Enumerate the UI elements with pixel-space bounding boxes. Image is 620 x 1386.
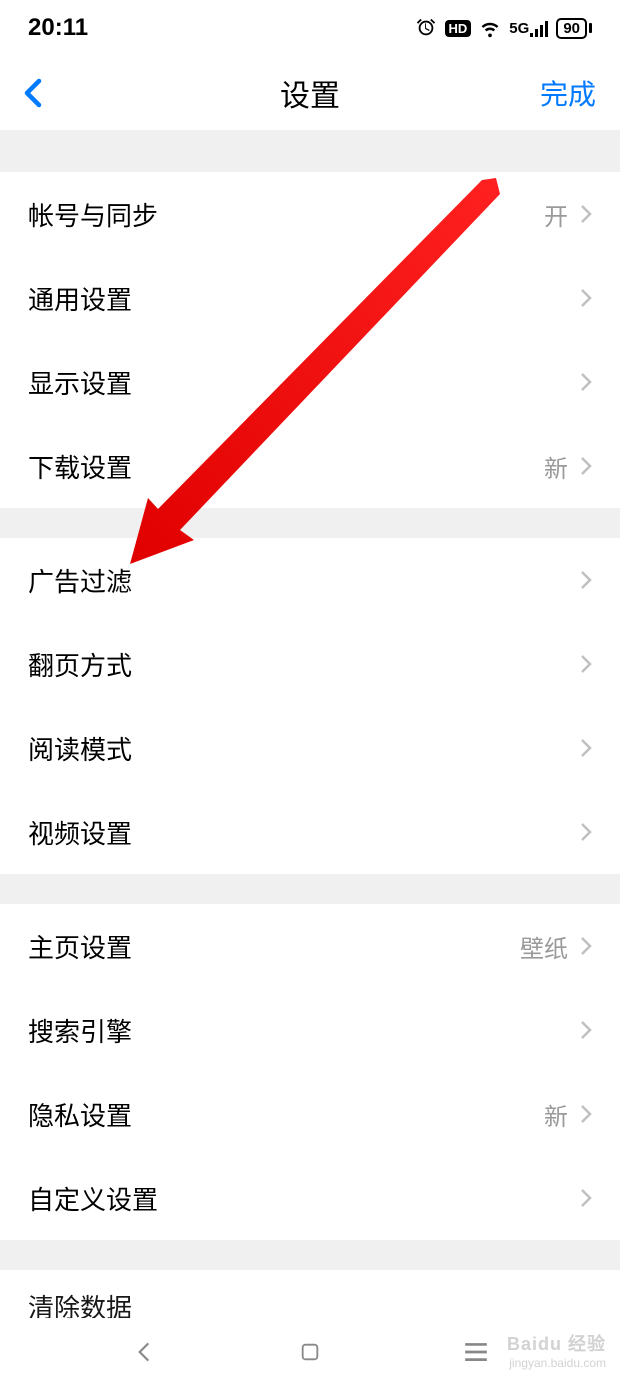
chevron-right-icon (580, 1188, 592, 1208)
settings-item-video[interactable]: 视频设置 (0, 790, 620, 874)
battery-icon: 90 (556, 18, 592, 39)
settings-item-custom[interactable]: 自定义设置 (0, 1156, 620, 1240)
settings-item-download[interactable]: 下载设置 新 (0, 424, 620, 508)
navigation-bar: 设置 完成 (0, 56, 620, 130)
settings-item-ad-filter[interactable]: 广告过滤 (0, 538, 620, 622)
item-label: 翻页方式 (28, 646, 568, 683)
chevron-right-icon (580, 1020, 592, 1040)
chevron-right-icon (580, 738, 592, 758)
settings-item-homepage[interactable]: 主页设置 壁纸 (0, 904, 620, 988)
settings-item-account-sync[interactable]: 帐号与同步 开 (0, 172, 620, 256)
back-button[interactable] (24, 78, 64, 108)
hd-icon: HD (445, 20, 472, 37)
item-label: 帐号与同步 (28, 196, 544, 233)
item-label: 主页设置 (28, 928, 520, 965)
item-label: 广告过滤 (28, 562, 568, 599)
chevron-right-icon (580, 654, 592, 674)
status-bar: 20:11 HD 5G 90 (0, 0, 620, 56)
chevron-right-icon (580, 372, 592, 392)
settings-item-search-engine[interactable]: 搜索引擎 (0, 988, 620, 1072)
item-label: 自定义设置 (28, 1180, 568, 1217)
nav-menu-icon[interactable] (463, 1341, 489, 1363)
chevron-right-icon (580, 288, 592, 308)
item-label: 通用设置 (28, 280, 568, 317)
alarm-icon (415, 17, 437, 39)
done-button[interactable]: 完成 (540, 73, 596, 113)
item-value: 新 (544, 1097, 568, 1132)
item-label: 搜索引擎 (28, 1012, 568, 1049)
chevron-right-icon (580, 570, 592, 590)
chevron-right-icon (580, 204, 592, 224)
item-value: 壁纸 (520, 929, 568, 964)
item-value: 开 (544, 197, 568, 232)
settings-item-clear-data[interactable]: 清除数据 (0, 1270, 620, 1324)
settings-item-read-mode[interactable]: 阅读模式 (0, 706, 620, 790)
chevron-right-icon (580, 936, 592, 956)
page-title: 设置 (280, 71, 340, 115)
status-time: 20:11 (28, 14, 88, 42)
settings-item-page-flip[interactable]: 翻页方式 (0, 622, 620, 706)
nav-home-icon[interactable] (299, 1341, 321, 1363)
chevron-right-icon (580, 822, 592, 842)
chevron-right-icon (580, 456, 592, 476)
settings-item-general[interactable]: 通用设置 (0, 256, 620, 340)
chevron-left-icon (24, 78, 42, 108)
nav-back-icon[interactable] (131, 1339, 157, 1365)
item-label: 视频设置 (28, 814, 568, 851)
settings-item-display[interactable]: 显示设置 (0, 340, 620, 424)
chevron-right-icon (580, 1104, 592, 1124)
item-label: 阅读模式 (28, 730, 568, 767)
item-label: 隐私设置 (28, 1096, 544, 1133)
signal-icon: 5G (509, 20, 548, 37)
wifi-icon (479, 17, 501, 39)
system-nav-bar (0, 1318, 620, 1386)
status-icons: HD 5G 90 (415, 17, 592, 39)
item-label: 下载设置 (28, 448, 544, 485)
item-value: 新 (544, 449, 568, 484)
settings-item-privacy[interactable]: 隐私设置 新 (0, 1072, 620, 1156)
item-label: 显示设置 (28, 364, 568, 401)
